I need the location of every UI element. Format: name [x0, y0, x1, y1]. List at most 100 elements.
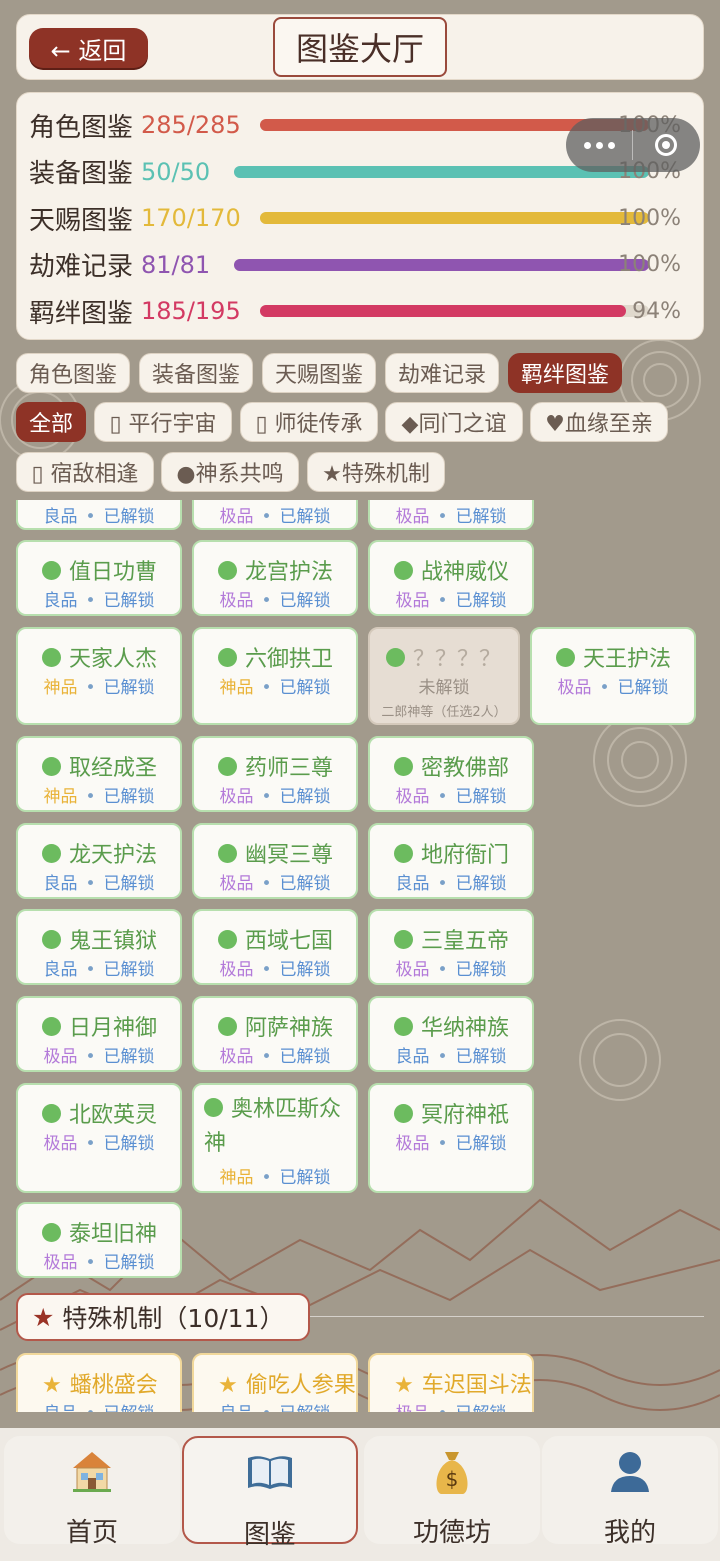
- bond-card[interactable]: 龙宫护法 极品 • 已解锁: [192, 540, 358, 616]
- special-bond-card[interactable]: ★ 偷吃人参果良品 • 已解锁: [192, 1353, 358, 1412]
- bond-card[interactable]: ？？？？ 未解锁 二郎神等（任选2人）: [368, 627, 520, 725]
- card-quality: 极品: [219, 591, 254, 611]
- nav-item-4[interactable]: 我的: [542, 1436, 718, 1548]
- section-divider: [310, 1316, 704, 1317]
- card-name-text: 奥林匹斯众神: [204, 1097, 342, 1156]
- bond-card[interactable]: 地府衙门 良品 • 已解锁: [368, 823, 534, 899]
- card-status: 极品 • 已解锁: [18, 1042, 180, 1067]
- card-unlock-state: 已解锁: [455, 874, 507, 894]
- card-name-text: 泰坦旧神: [69, 1222, 158, 1247]
- bond-card[interactable]: 华纳神族 良品 • 已解锁: [368, 996, 534, 1072]
- progress-row: 劫难记录 81/81 100%: [29, 245, 693, 285]
- bond-card[interactable]: 极品 • 已解锁: [192, 500, 358, 530]
- bond-card[interactable]: 取经成圣 神品 • 已解锁: [16, 736, 182, 812]
- tab-4[interactable]: 劫难记录: [385, 353, 499, 393]
- nav-item-1[interactable]: 首页: [4, 1436, 180, 1548]
- special-bond-card[interactable]: ★ 车迟国斗法极品 • 已解锁: [368, 1353, 534, 1412]
- status-dot-icon: [42, 844, 61, 863]
- card-quality: 良品: [219, 1404, 253, 1412]
- bond-card[interactable]: 三皇五帝 极品 • 已解锁: [368, 909, 534, 985]
- status-dot-icon: [204, 1098, 223, 1117]
- bond-card[interactable]: 龙天护法 良品 • 已解锁: [16, 823, 182, 899]
- card-unlock-state: 已解锁: [279, 1047, 331, 1067]
- card-name: ？？？？: [386, 641, 501, 673]
- filter-chip[interactable]: ▯ 平行宇宙: [94, 402, 232, 442]
- card-unlock-state: 已解锁: [617, 678, 669, 698]
- user-icon: [542, 1448, 718, 1500]
- progress-bar: [234, 258, 649, 271]
- status-dot-icon: [394, 930, 413, 949]
- bond-card[interactable]: 密教佛部 极品 • 已解锁: [368, 736, 534, 812]
- card-name: 密教佛部: [394, 750, 509, 782]
- card-unlock-state: 已解锁: [103, 591, 155, 611]
- status-separator: •: [437, 1047, 448, 1067]
- close-miniprogram-icon[interactable]: [633, 134, 699, 156]
- progress-bar: [260, 305, 649, 317]
- card-status: 极品 • 已解锁: [194, 502, 356, 527]
- filter-chip[interactable]: ▯ 宿敌相逢: [16, 452, 154, 492]
- nav-label: 功德坊: [412, 1518, 491, 1548]
- bond-card[interactable]: 鬼王镇狱 良品 • 已解锁: [16, 909, 182, 985]
- card-unlock-state: 已解锁: [279, 787, 331, 807]
- tab-5[interactable]: 羁绊图鉴: [508, 353, 622, 393]
- card-status: 极品 • 已解锁: [370, 502, 532, 527]
- status-dot-icon: [42, 1017, 61, 1036]
- status-separator: •: [437, 1404, 447, 1412]
- card-name-text: 取经成圣: [69, 756, 158, 781]
- tab-1[interactable]: 角色图鉴: [16, 353, 130, 393]
- status-dot-icon: [394, 844, 413, 863]
- progress-fill: [260, 305, 626, 317]
- card-name-text: 三皇五帝: [421, 929, 510, 954]
- bond-card[interactable]: 药师三尊 极品 • 已解锁: [192, 736, 358, 812]
- bond-card[interactable]: 幽冥三尊 极品 • 已解锁: [192, 823, 358, 899]
- bond-card[interactable]: 泰坦旧神 极品 • 已解锁: [16, 1202, 182, 1278]
- filter-chip[interactable]: ★特殊机制: [307, 452, 445, 492]
- card-name-text: 幽冥三尊: [245, 843, 334, 868]
- bond-card-list[interactable]: 良品 • 已解锁 极品 • 已解锁 极品 • 已解锁 值日功曹 良品 • 已解锁 龙宫护法 极品 • 已解锁 战神…: [0, 500, 720, 1412]
- bond-card[interactable]: 极品 • 已解锁: [368, 500, 534, 530]
- special-section-header: ★ 特殊机制（10/11）: [16, 1293, 310, 1341]
- card-unlock-state: 已解锁: [279, 678, 331, 698]
- card-name-text: 天王护法: [583, 647, 672, 672]
- nav-item-2[interactable]: 图鉴: [182, 1436, 358, 1550]
- svg-text:$: $: [446, 1467, 459, 1491]
- bond-card[interactable]: 日月神御 极品 • 已解锁: [16, 996, 182, 1072]
- special-bond-card[interactable]: ★ 蟠桃盛会良品 • 已解锁: [16, 1353, 182, 1412]
- bond-card[interactable]: 良品 • 已解锁: [16, 500, 182, 530]
- filter-chip[interactable]: ●神系共鸣: [161, 452, 299, 492]
- bond-card[interactable]: 奥林匹斯众神 神品 • 已解锁: [192, 1083, 358, 1193]
- filter-chip[interactable]: 全部: [16, 402, 86, 442]
- card-name-text: 六御拱卫: [245, 647, 334, 672]
- card-name-text: 冥府神祇: [421, 1103, 510, 1128]
- nav-item-3[interactable]: $ 功德坊: [364, 1436, 540, 1548]
- status-separator: •: [85, 1404, 95, 1412]
- tab-2[interactable]: 装备图鉴: [139, 353, 253, 393]
- progress-percent: 94%: [632, 298, 681, 324]
- bond-card[interactable]: 六御拱卫 神品 • 已解锁: [192, 627, 358, 725]
- card-status: 良品 • 已解锁: [18, 1399, 180, 1412]
- bond-card[interactable]: 战神威仪 极品 • 已解锁: [368, 540, 534, 616]
- bond-card[interactable]: 阿萨神族 极品 • 已解锁: [192, 996, 358, 1072]
- top-header: ← 返回 图鉴大厅: [16, 14, 704, 80]
- card-name: 三皇五帝: [394, 923, 509, 955]
- bond-card[interactable]: 西域七国 极品 • 已解锁: [192, 909, 358, 985]
- bond-card[interactable]: 北欧英灵 极品 • 已解锁: [16, 1083, 182, 1193]
- more-menu-icon[interactable]: [566, 141, 632, 149]
- bond-card[interactable]: 冥府神祇 极品 • 已解锁: [368, 1083, 534, 1193]
- bond-card[interactable]: 天家人杰 神品 • 已解锁: [16, 627, 182, 725]
- card-quality: 极品: [219, 874, 254, 894]
- filter-chip[interactable]: ▯ 师徒传承: [240, 402, 378, 442]
- star-icon: ★: [32, 1302, 55, 1332]
- card-unlock-state: 已解锁: [279, 960, 331, 980]
- filter-chip[interactable]: ♥血缘至亲: [530, 402, 668, 442]
- tab-3[interactable]: 天赐图鉴: [262, 353, 376, 393]
- card-unlock-state: 已解锁: [103, 960, 155, 980]
- card-status: 极品 • 已解锁: [194, 586, 356, 611]
- bond-card[interactable]: 值日功曹 良品 • 已解锁: [16, 540, 182, 616]
- back-button[interactable]: ← 返回: [29, 28, 148, 68]
- bond-card[interactable]: 天王护法 极品 • 已解锁: [530, 627, 696, 725]
- card-quality: 良品: [43, 960, 78, 980]
- card-unlock-state: 已解锁: [455, 507, 507, 527]
- nav-label: 我的: [603, 1518, 656, 1548]
- filter-chip[interactable]: ◆同门之谊: [385, 402, 523, 442]
